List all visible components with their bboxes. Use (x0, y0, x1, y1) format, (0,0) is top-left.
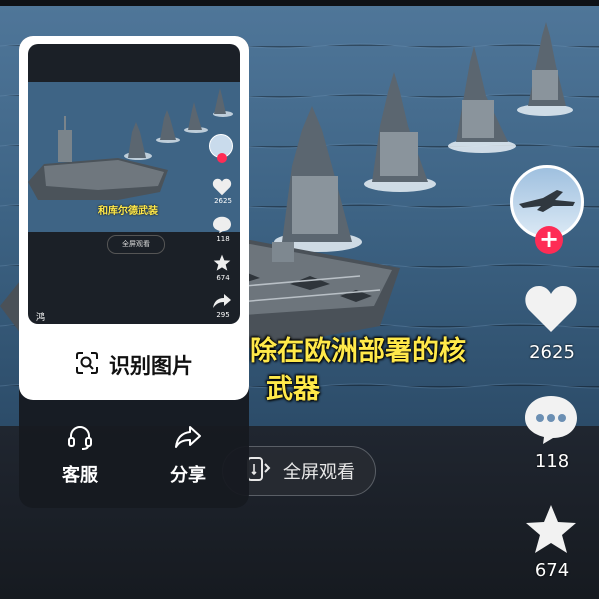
action-rail: + 2625 118 674 (505, 0, 599, 599)
thumbnail-subtitle: 和库尔德武装 (98, 206, 158, 217)
comment-button[interactable] (523, 394, 579, 450)
thumbnail-like-count: 2625 (214, 197, 232, 205)
thumbnail-star-icon (213, 254, 231, 271)
thumbnail-favorite-count: 674 (216, 274, 230, 282)
identify-image-button[interactable]: 识别图片 (19, 345, 249, 385)
scan-icon (75, 351, 99, 380)
comment-icon (525, 396, 577, 444)
thumbnail-follow-dot (217, 153, 227, 163)
follow-button[interactable]: + (535, 226, 563, 254)
comment-count: 118 (534, 451, 570, 472)
thumbnail-share-icon (213, 294, 231, 308)
thumbnail-fullscreen-label: 全屏观看 (107, 235, 165, 254)
star-icon (526, 505, 576, 553)
headset-icon (68, 426, 92, 450)
video-subtitle-line-1: 除在欧洲部署的核 (250, 336, 466, 367)
heart-icon (525, 286, 577, 332)
like-button[interactable] (523, 284, 579, 338)
thumbnail-heart-icon (212, 178, 232, 196)
thumbnail-share-count: 295 (216, 311, 230, 319)
thumbnail-action-rail: 2625 118 674 295 (208, 134, 238, 324)
like-count: 2625 (529, 342, 575, 363)
favorite-button[interactable] (523, 503, 579, 561)
video-thumbnail: 和库尔德武装 全屏观看 2625 118 674 295 鸿 (28, 44, 240, 324)
video-subtitle-line-2: 武器 (266, 374, 320, 405)
customer-service-label: 客服 (62, 465, 98, 486)
share-icon (175, 426, 201, 448)
share-label: 分享 (170, 465, 206, 486)
share-button[interactable]: 分享 (148, 423, 228, 487)
fullscreen-label: 全屏观看 (283, 462, 355, 483)
identify-image-label: 识别图片 (109, 354, 193, 378)
video-feed-screen: 除在欧洲部署的核 武器 全屏观看 + 2625 118 674 和库尔德武装 全… (0, 0, 599, 599)
favorite-count: 674 (534, 560, 570, 581)
customer-service-button[interactable]: 客服 (40, 423, 120, 487)
thumbnail-comment-count: 118 (216, 235, 230, 243)
thumbnail-handle-glyph: 鸿 (36, 313, 46, 323)
thumbnail-comment-icon (213, 216, 231, 234)
